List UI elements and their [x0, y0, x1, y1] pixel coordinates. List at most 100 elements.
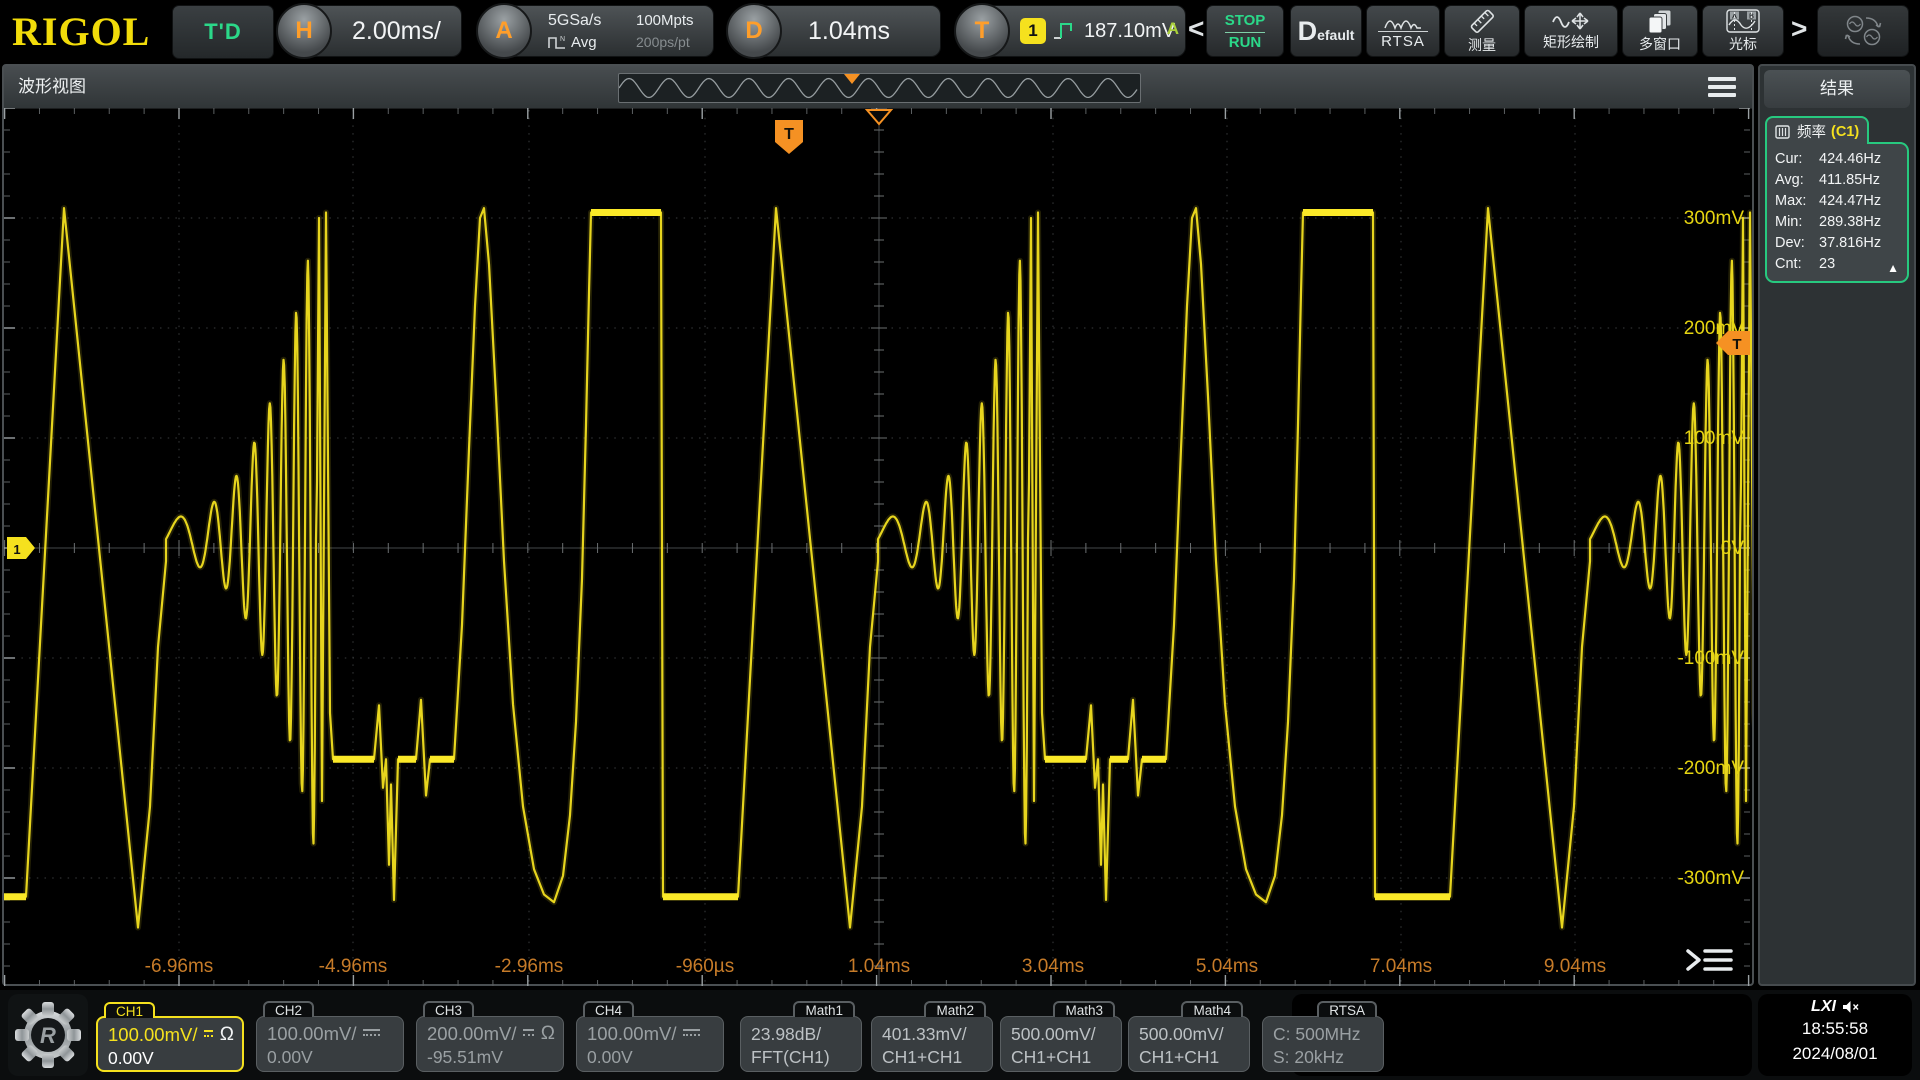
- math-card-math4[interactable]: Math4500.00mV/CH1+CH1: [1128, 1016, 1250, 1072]
- record-navigator-strip[interactable]: [618, 73, 1141, 103]
- horizontal-group: H 2.00ms/: [276, 5, 462, 57]
- toolbar-collapse-left-icon[interactable]: <: [1188, 13, 1204, 45]
- y-axis-label: -200mV: [1677, 758, 1744, 779]
- delay-knob[interactable]: D: [726, 3, 782, 59]
- top-toolbar: RIGOL T'D H 2.00ms/ A 5GSa/s N Avg 100Mp…: [0, 0, 1920, 62]
- rtsa-wave-icon: [1383, 13, 1423, 30]
- x-axis-label: -6.96ms: [145, 956, 214, 977]
- impedance-icon: Ω: [220, 1023, 234, 1047]
- default-button[interactable]: Default: [1290, 5, 1362, 57]
- rtsa-card-tab[interactable]: RTSA: [1317, 1001, 1377, 1017]
- channel-tab[interactable]: CH3: [423, 1001, 474, 1017]
- math-expression: CH1+CH1: [882, 1046, 984, 1068]
- channel-scale: 100.00mV/: [108, 1023, 197, 1047]
- measurement-stat-value: 37.816Hz: [1819, 233, 1881, 254]
- math-tab[interactable]: Math4: [1181, 1001, 1243, 1017]
- measurement-row: Cnt:23: [1775, 254, 1900, 275]
- results-title: 结果: [1764, 70, 1910, 108]
- speaker-muted-icon[interactable]: [1842, 1000, 1859, 1014]
- delay-value: 1.04ms: [808, 5, 890, 57]
- channel-card-ch4[interactable]: CH4100.00mV/0.00V: [576, 1016, 724, 1072]
- measurement-values: Cur:424.46HzAvg:411.85HzMax:424.47HzMin:…: [1765, 142, 1909, 283]
- channel-card-ch3[interactable]: CH3200.00mV/Ω-95.51mV: [416, 1016, 564, 1072]
- scope-canvas[interactable]: 300mV200mV100mV0V-100mV-200mV-300mV-6.96…: [4, 108, 1752, 986]
- cursor-button[interactable]: A B 光标: [1702, 5, 1784, 57]
- channel-card-ch1[interactable]: CH1100.00mV/Ω0.00V: [96, 1016, 244, 1072]
- svg-text:1: 1: [13, 542, 20, 557]
- channel-offset: 0.00V: [108, 1047, 234, 1069]
- channel1-zero-marker[interactable]: 1: [7, 537, 35, 559]
- rtsa-label: RTSA: [1378, 31, 1428, 50]
- rising-edge-icon: [1052, 20, 1078, 42]
- wave-move-icon: [1552, 11, 1590, 31]
- rtsa-card[interactable]: RTSA C: 500MHz S: 20kHz: [1262, 1016, 1384, 1072]
- rect-draw-button[interactable]: 矩形绘制: [1524, 5, 1618, 57]
- dc-coupling-icon: [363, 1029, 380, 1039]
- x-axis-label: -960µs: [676, 956, 734, 977]
- acquire-group: A 5GSa/s N Avg 100Mpts 200ps/pt: [476, 5, 714, 57]
- trigger-knob[interactable]: T: [954, 3, 1010, 59]
- cursor-icon: A B: [1726, 9, 1760, 33]
- view-switch-button[interactable]: [1817, 5, 1909, 57]
- math-expression: CH1+CH1: [1139, 1046, 1241, 1068]
- y-axis-label: -100mV: [1677, 648, 1744, 669]
- x-axis-label: -4.96ms: [319, 956, 388, 977]
- rigol-logo: RIGOL: [12, 8, 150, 55]
- trigger-status-button[interactable]: T'D: [172, 5, 274, 59]
- toolbar-expand-right-icon[interactable]: >: [1791, 13, 1807, 45]
- axis-labels: 300mV200mV100mV0V-100mV-200mV-300mV-6.96…: [145, 208, 1745, 977]
- math-card-math1[interactable]: Math123.98dB/FFT(CH1): [740, 1016, 862, 1072]
- multi-window-icon: [1647, 9, 1673, 33]
- measurement-stat-label: Max:: [1775, 191, 1819, 212]
- dc-coupling-icon: [204, 1030, 212, 1040]
- channel-tab[interactable]: CH2: [263, 1001, 314, 1017]
- avg-label: Avg: [571, 34, 597, 51]
- channel-tab[interactable]: CH4: [583, 1001, 634, 1017]
- y-axis-label: 100mV: [1684, 428, 1745, 449]
- rect-draw-label: 矩形绘制: [1543, 32, 1599, 52]
- collapse-icon[interactable]: ▲: [1887, 261, 1899, 275]
- measurement-tab[interactable]: 频率(C1): [1765, 116, 1869, 144]
- math-tab[interactable]: Math1: [793, 1001, 855, 1017]
- expand-results-icon[interactable]: [1688, 951, 1731, 969]
- run-stop-button[interactable]: STOP RUN: [1206, 5, 1284, 57]
- rtsa-button[interactable]: RTSA: [1366, 5, 1440, 57]
- x-axis-label: 7.04ms: [1370, 956, 1432, 977]
- math-expression: FFT(CH1): [751, 1046, 853, 1068]
- channel-card-ch2[interactable]: CH2100.00mV/0.00V: [256, 1016, 404, 1072]
- measurement-row: Min:289.38Hz: [1775, 212, 1900, 233]
- waveform-menu-icon[interactable]: [1708, 77, 1736, 97]
- trigger-time-flag[interactable]: T: [775, 120, 803, 154]
- bottom-status-bar: R CH1100.00mV/Ω0.00VCH2100.00mV/0.00VCH3…: [0, 990, 1920, 1080]
- measurement-row: Max:424.47Hz: [1775, 191, 1900, 212]
- math-tab[interactable]: Math3: [1053, 1001, 1115, 1017]
- measurement-icon: [1775, 125, 1792, 139]
- math-expression: CH1+CH1: [1011, 1046, 1113, 1068]
- sample-rate: 5GSa/s: [548, 12, 601, 30]
- trigger-source-badge[interactable]: 1: [1020, 18, 1046, 44]
- measure-label: 测量: [1468, 35, 1496, 55]
- waveform-view-title: 波形视图: [18, 66, 86, 108]
- dc-coupling-icon: [683, 1029, 700, 1039]
- horizontal-knob[interactable]: H: [276, 3, 332, 59]
- math-tab[interactable]: Math2: [924, 1001, 986, 1017]
- measurement-row: Cur:424.46Hz: [1775, 149, 1900, 170]
- multi-window-button[interactable]: 多窗口: [1622, 5, 1698, 57]
- trigger-position-marker[interactable]: [867, 110, 891, 124]
- math-scale: 401.33mV/: [882, 1022, 984, 1046]
- measure-button[interactable]: 测量: [1444, 5, 1520, 57]
- x-axis-label: 5.04ms: [1196, 956, 1258, 977]
- measurement-stat-value: 424.46Hz: [1819, 149, 1881, 170]
- channel-tab[interactable]: CH1: [104, 1002, 155, 1018]
- acquire-knob[interactable]: A: [476, 3, 532, 59]
- measurement-card[interactable]: 频率(C1) Cur:424.46HzAvg:411.85HzMax:424.4…: [1765, 116, 1909, 283]
- cursor-label: 光标: [1729, 34, 1757, 54]
- trigger-status-label: T'D: [204, 19, 242, 44]
- settings-gear-button[interactable]: R: [8, 994, 88, 1076]
- math-card-math2[interactable]: Math2401.33mV/CH1+CH1: [871, 1016, 993, 1072]
- math-card-math3[interactable]: Math3500.00mV/CH1+CH1: [1000, 1016, 1122, 1072]
- record-position-pointer[interactable]: [844, 74, 860, 84]
- measurement-stat-value: 23: [1819, 254, 1835, 275]
- impedance-icon: Ω: [541, 1022, 555, 1046]
- results-panel: 结果 频率(C1) Cur:424.46HzAvg:411.85HzMax:42…: [1758, 64, 1916, 986]
